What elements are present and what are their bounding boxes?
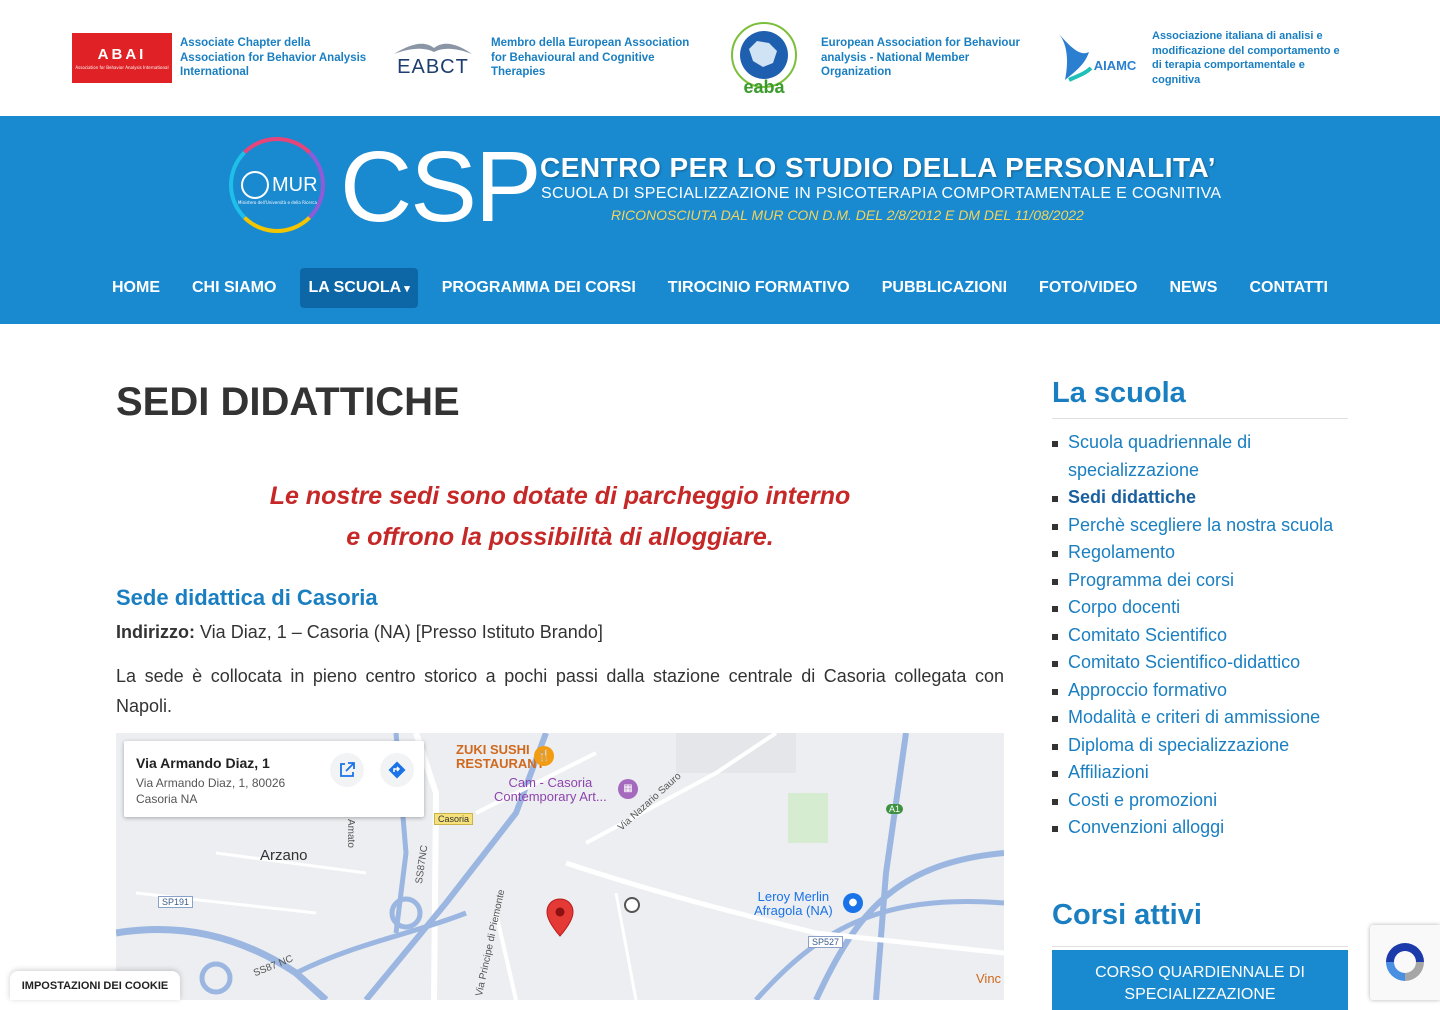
affiliations-bar: ABAI Association for Behavior Analysis I… (0, 0, 1440, 116)
google-map[interactable]: ZUKI SUSHI RESTAURANT 🍴 Cam - Casoria Cont… (116, 733, 1004, 1000)
aiamc-logo: AIAMC (1055, 30, 1139, 86)
sidebar-item-sedi-didattiche[interactable]: Sedi didattiche (1052, 484, 1348, 512)
affiliation-abai-text: Associate Chapter della Association for … (180, 37, 367, 79)
sidebar-item-programma-corsi[interactable]: Programma dei corsi (1052, 567, 1348, 595)
lead-line-2: e offrono la possibilità di alloggiare. (346, 523, 774, 551)
affiliation-eabct-text: Membro della European Association for Be… (491, 37, 690, 79)
map-pin-icon[interactable] (546, 898, 574, 938)
sidebar-item-comitato-scientifico[interactable]: Comitato Scientifico (1052, 622, 1348, 650)
abai-logo-sub: Association for Behavior Analysis Intern… (75, 65, 169, 70)
shopping-icon: ● (843, 893, 863, 913)
map-label-cam: Cam - Casoria Contemporary Art... (494, 775, 607, 804)
nav-news[interactable]: NEWS (1161, 268, 1225, 308)
sidebar-item-affiliazioni[interactable]: Affiliazioni (1052, 759, 1348, 787)
cookie-settings-button[interactable]: IMPOSTAZIONI DEI COOKIE (10, 971, 180, 1000)
sidebar-item-approccio-formativo[interactable]: Approccio formativo (1052, 677, 1348, 705)
eabct-wing-icon (394, 43, 472, 54)
chevron-down-icon: ▾ (404, 283, 410, 295)
site-title: CENTRO PER LO STUDIO DELLA PERSONALITA’ (540, 152, 1216, 183)
sidebar-item-corpo-docenti[interactable]: Corpo docenti (1052, 594, 1348, 622)
map-label-vinc: Vinc (976, 971, 1002, 986)
sede-title: Sede didattica di Casoria (116, 585, 378, 610)
sidebar-item-scuola-quadriennale[interactable]: Scuola quadriennale di specializzazione (1052, 429, 1348, 484)
place-address: Via Armando Diaz, 1, 80026 Casoria NA (136, 776, 286, 806)
sidebar: La scuola Scuola quadriennale di special… (1052, 324, 1348, 1010)
address-value: Via Diaz, 1 – Casoria (NA) [Presso Istit… (195, 622, 603, 642)
sidebar-item-costi-promozioni[interactable]: Costi e promozioni (1052, 787, 1348, 815)
abai-logo: ABAI Association for Behavior Analysis I… (72, 33, 172, 83)
map-label-a1: A1 (886, 804, 904, 814)
recaptcha-badge[interactable] (1370, 925, 1440, 1000)
mur-logo-text: MUR (272, 174, 318, 196)
affiliation-aiamc-text: Associazione italiana di analisi e modif… (1152, 30, 1340, 86)
nav-foto-video[interactable]: FOTO/VIDEO (1031, 268, 1145, 308)
eaba-globe-icon: eaba (731, 22, 797, 97)
corso-quadriennale-button[interactable]: CORSO QUARDIENNALE DI SPECIALIZZAZIONE (1052, 950, 1348, 1010)
sidebar-title: La scuola (1052, 376, 1348, 419)
abai-logo-text: ABAI (97, 46, 147, 63)
eaba-logo: eaba (727, 19, 801, 97)
lead-text: Le nostre sedi sono dotate di parcheggio… (116, 476, 1004, 558)
sede-address: Indirizzo: Via Diaz, 1 – Casoria (NA) [P… (116, 619, 1004, 645)
site-header: MUR Ministero dell'Università e della Ri… (0, 116, 1440, 324)
affiliation-eaba[interactable]: eaba European Association for Behaviour … (727, 0, 1020, 116)
nav-la-scuola-label: LA SCUOLA (308, 279, 402, 296)
map-label-amato: Amato (345, 819, 356, 848)
aiamc-bird-icon: AIAMC (1059, 34, 1137, 82)
map-label-zuki: ZUKI SUSHI RESTAURANT (456, 742, 545, 771)
affiliation-abai[interactable]: ABAI Association for Behavior Analysis I… (72, 0, 366, 116)
restaurant-icon: 🍴 (534, 746, 554, 766)
open-in-maps-icon[interactable] (330, 753, 364, 787)
address-label: Indirizzo: (116, 622, 195, 642)
page-title: SEDI DIDATTICHE (116, 380, 460, 424)
map-label-arzano: Arzano (260, 847, 308, 864)
map-label-casoria: Casoria (434, 813, 474, 825)
nav-programma-dei-corsi[interactable]: PROGRAMMA DEI CORSI (434, 268, 644, 308)
nav-la-scuola[interactable]: LA SCUOLA ▾ (300, 268, 418, 308)
train-station-icon (624, 897, 640, 913)
mur-emblem-icon (241, 171, 269, 199)
site-subtitle: SCUOLA DI SPECIALIZZAZIONE IN PSICOTERAP… (541, 185, 1222, 202)
sidebar-item-diploma[interactable]: Diploma di specializzazione (1052, 732, 1348, 760)
museum-icon: ▦ (618, 779, 638, 799)
mur-logo-subtext: Ministero dell'Università e della Ricerc… (238, 200, 317, 205)
map-place-card: Via Armando Diaz, 1 Via Armando Diaz, 1,… (124, 741, 424, 817)
affiliation-aiamc[interactable]: AIAMC Associazione italiana di analisi e… (1055, 0, 1340, 116)
affiliation-eabct[interactable]: EABCT Membro della European Association … (390, 0, 689, 116)
affiliation-eaba-text: European Association for Behaviour analy… (821, 37, 1020, 79)
lead-line-1: Le nostre sedi sono dotate di parcheggio… (269, 482, 851, 510)
nav-tirocinio-formativo[interactable]: TIROCINIO FORMATIVO (660, 268, 858, 308)
place-name: Via Armando Diaz, 1 (136, 755, 270, 771)
sidebar-item-convenzioni-alloggi[interactable]: Convenzioni alloggi (1052, 814, 1348, 842)
sidebar-menu: Scuola quadriennale di specializzazione … (1052, 429, 1348, 842)
main-content: SEDI DIDATTICHE Le nostre sedi sono dota… (116, 324, 1004, 721)
sidebar-title-corsi-attivi: Corsi attivi (1052, 898, 1348, 947)
recaptcha-icon (1386, 943, 1424, 981)
sidebar-item-modalita-ammissione[interactable]: Modalità e criteri di ammissione (1052, 704, 1348, 732)
nav-chi-siamo[interactable]: CHI SIAMO (184, 268, 284, 308)
map-label-sp191: SP191 (158, 896, 194, 908)
nav-contatti[interactable]: CONTATTI (1241, 268, 1336, 308)
main-nav: HOME CHI SIAMO LA SCUOLA ▾ PROGRAMMA DEI … (104, 268, 1352, 308)
eabct-logo-text: EABCT (397, 55, 469, 78)
sidebar-item-comitato-scientifico-didattico[interactable]: Comitato Scientifico-didattico (1052, 649, 1348, 677)
svg-text:AIAMC: AIAMC (1094, 58, 1137, 73)
eabct-logo: EABCT (390, 33, 476, 83)
svg-text:eaba: eaba (743, 77, 785, 97)
sidebar-item-perche-scegliere[interactable]: Perchè scegliere la nostra scuola (1052, 512, 1348, 540)
sidebar-item-regolamento[interactable]: Regolamento (1052, 539, 1348, 567)
nav-pubblicazioni[interactable]: PUBBLICAZIONI (874, 268, 1015, 308)
site-recognition: RICONOSCIUTA DAL MUR CON D.M. DEL 2/8/20… (611, 207, 1084, 223)
nav-home[interactable]: HOME (104, 268, 168, 308)
map-label-leroy-merlin: Leroy Merlin Afragola (NA) (754, 889, 833, 918)
sede-description: La sede è collocata in pieno centro stor… (116, 666, 1004, 716)
site-logo-csp[interactable]: CSP (340, 130, 542, 244)
directions-icon[interactable] (380, 753, 414, 787)
map-label-sp527: SP527 (808, 936, 844, 948)
